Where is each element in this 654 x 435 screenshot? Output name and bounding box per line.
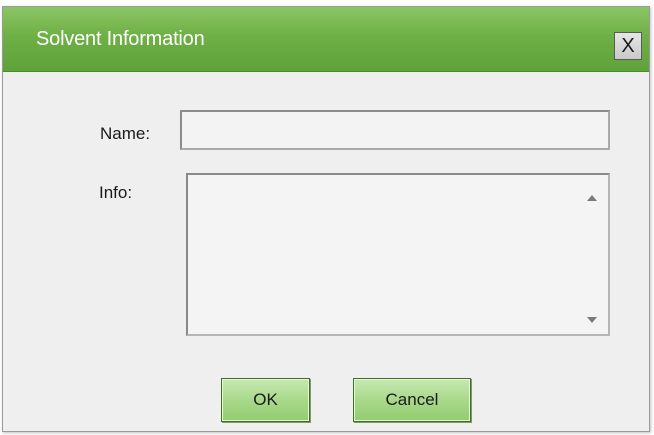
info-field [186,173,610,336]
name-label: Name: [100,124,151,143]
scroll-up-arrow-icon[interactable] [587,195,597,201]
scroll-down-arrow-icon[interactable] [587,317,597,323]
solvent-information-dialog: Solvent Information X Name: Info: OK Can… [2,6,650,432]
cancel-button[interactable]: Cancel [353,378,471,422]
info-scrollbar[interactable] [578,175,608,334]
dialog-title: Solvent Information [36,28,205,50]
ok-button[interactable]: OK [221,378,310,422]
info-label: Info: [99,183,133,202]
name-input[interactable] [180,110,610,150]
info-textarea[interactable] [188,175,578,334]
close-button[interactable]: X [614,32,642,60]
dialog-titlebar[interactable]: Solvent Information X [3,7,649,72]
